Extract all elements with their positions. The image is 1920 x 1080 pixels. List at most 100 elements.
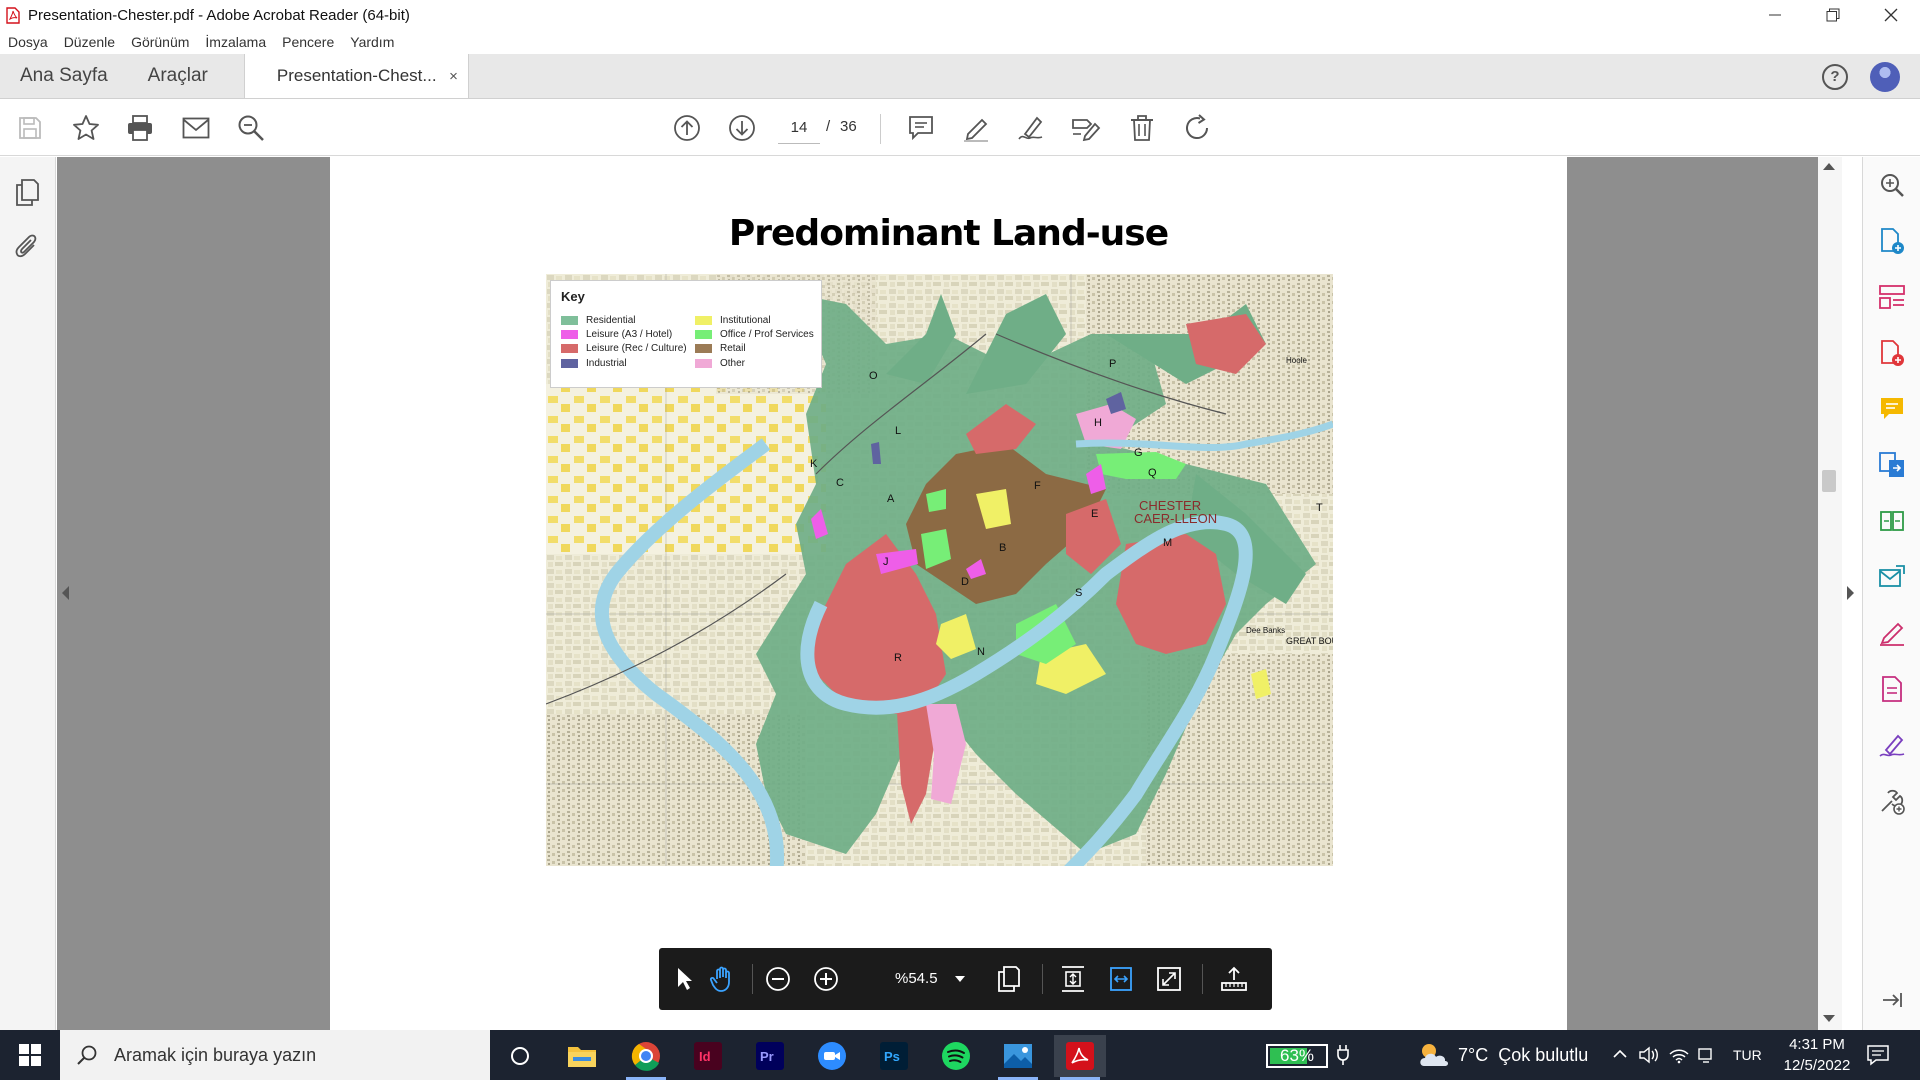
tab-document-label: Presentation-Chest... xyxy=(276,66,437,85)
next-page-icon[interactable] xyxy=(726,112,758,144)
speaker-icon[interactable] xyxy=(1638,1045,1660,1065)
wifi-icon[interactable] xyxy=(1668,1046,1690,1064)
search-zoom-icon[interactable] xyxy=(235,112,267,144)
organize-pages-icon[interactable] xyxy=(1876,281,1908,313)
map-label-l: L xyxy=(895,425,901,437)
delete-icon[interactable] xyxy=(1126,112,1158,144)
acrobat-reader-icon xyxy=(1066,1042,1094,1070)
windows-icon xyxy=(19,1044,41,1066)
page-number-input[interactable]: 14 xyxy=(778,112,820,144)
add-pdf-icon[interactable] xyxy=(1876,337,1908,369)
menu-edit[interactable]: Düzenle xyxy=(56,34,123,50)
tab-home[interactable]: Ana Sayfa xyxy=(0,54,128,98)
map-label-t: T xyxy=(1316,502,1323,514)
photos-app[interactable] xyxy=(992,1035,1044,1080)
collapse-panel-icon[interactable] xyxy=(1876,984,1908,1016)
display-icon[interactable] xyxy=(1697,1046,1715,1064)
restore-button[interactable] xyxy=(1804,0,1862,30)
star-icon[interactable] xyxy=(70,112,102,144)
save-icon[interactable] xyxy=(14,112,46,144)
indesign-app[interactable]: Id xyxy=(682,1035,734,1077)
menu-window[interactable]: Pencere xyxy=(274,34,342,50)
notifications-icon[interactable] xyxy=(1866,1044,1890,1066)
zoom-out-icon[interactable] xyxy=(762,963,794,995)
print-icon[interactable] xyxy=(124,112,156,144)
menu-file[interactable]: Dosya xyxy=(0,34,56,50)
taskbar-search-box[interactable]: Aramak için buraya yazın xyxy=(60,1030,490,1080)
tab-tools[interactable]: Araçlar xyxy=(128,54,228,98)
photos-icon xyxy=(1004,1044,1032,1068)
fill-sign-tool-icon[interactable] xyxy=(1876,617,1908,649)
chrome-app[interactable] xyxy=(620,1035,672,1080)
menu-sign[interactable]: İmzalama xyxy=(197,34,274,50)
tab-document[interactable]: Presentation-Chest... × xyxy=(243,54,469,98)
weather-widget[interactable]: 7°C Çok bulutlu xyxy=(1416,1030,1588,1080)
zoom-search-icon[interactable] xyxy=(1876,169,1908,201)
compare-files-icon[interactable] xyxy=(1876,505,1908,537)
fill-sign-icon[interactable] xyxy=(1070,112,1102,144)
fit-page-icon[interactable] xyxy=(1057,963,1089,995)
fit-width-icon[interactable] xyxy=(1105,963,1137,995)
comment-icon[interactable] xyxy=(905,112,937,144)
menu-view[interactable]: Görünüm xyxy=(123,34,197,50)
map-label-n: N xyxy=(977,646,985,658)
edit-pdf-icon[interactable] xyxy=(1876,673,1908,705)
hand-tool-icon[interactable] xyxy=(707,963,739,995)
cloud-sun-icon xyxy=(1420,1044,1448,1066)
zoom-in-icon[interactable] xyxy=(810,963,842,995)
task-view-button[interactable] xyxy=(494,1035,546,1077)
power-plug-icon xyxy=(1337,1045,1349,1065)
draw-icon[interactable] xyxy=(1015,112,1047,144)
document-viewport[interactable]: Predominant Land-use O P L H G K C A F Q… xyxy=(57,157,1819,1030)
menu-bar: Dosya Düzenle Görünüm İmzalama Pencere Y… xyxy=(0,30,1920,54)
close-window-button[interactable] xyxy=(1862,0,1920,30)
scroll-thumb[interactable] xyxy=(1822,470,1836,492)
minimize-button[interactable] xyxy=(1746,0,1804,30)
acrobat-reader-app[interactable] xyxy=(1054,1035,1106,1080)
full-screen-icon[interactable] xyxy=(1153,963,1185,995)
start-button[interactable] xyxy=(0,1030,60,1080)
create-pdf-icon[interactable] xyxy=(1876,225,1908,257)
more-tools-icon[interactable] xyxy=(1876,785,1908,817)
zoom-dropdown-icon[interactable] xyxy=(955,976,965,982)
photoshop-app[interactable]: Ps xyxy=(868,1035,920,1077)
zoom-app[interactable] xyxy=(806,1035,858,1077)
spotify-app[interactable] xyxy=(930,1035,982,1077)
zoom-level[interactable]: %54.5 xyxy=(895,970,938,987)
chevron-up-icon[interactable] xyxy=(1612,1047,1628,1061)
select-cursor-icon[interactable] xyxy=(669,963,701,995)
request-signature-icon[interactable] xyxy=(1876,729,1908,761)
file-explorer-app[interactable] xyxy=(556,1035,608,1077)
map-label-r: R xyxy=(894,652,902,664)
system-clock[interactable]: 4:31 PM 12/5/2022 xyxy=(1772,1034,1862,1076)
send-track-icon[interactable] xyxy=(1876,561,1908,593)
rotate-icon[interactable] xyxy=(1181,112,1213,144)
scroll-up-icon[interactable] xyxy=(1823,163,1835,170)
page-display-icon[interactable] xyxy=(993,963,1025,995)
right-panel-toggle-icon[interactable] xyxy=(1847,586,1854,600)
tabbar-right: ? xyxy=(1822,54,1920,99)
highlight-pen-icon[interactable] xyxy=(960,112,992,144)
map-label-o: O xyxy=(869,370,878,382)
read-mode-icon[interactable] xyxy=(1218,963,1250,995)
left-panel-toggle-icon[interactable] xyxy=(62,586,69,600)
map-label-s: S xyxy=(1075,587,1082,599)
email-icon[interactable] xyxy=(180,112,212,144)
map-label-e: E xyxy=(1091,508,1098,520)
language-indicator[interactable]: TUR xyxy=(1733,1047,1762,1063)
premiere-app[interactable]: Pr xyxy=(744,1035,796,1077)
export-pdf-icon[interactable] xyxy=(1876,449,1908,481)
menu-help[interactable]: Yardım xyxy=(342,34,402,50)
avatar[interactable] xyxy=(1870,61,1900,92)
battery-indicator[interactable]: 63% xyxy=(1266,1044,1328,1068)
scroll-down-icon[interactable] xyxy=(1823,1015,1835,1022)
key-swatch xyxy=(695,344,712,353)
photoshop-icon: Ps xyxy=(880,1042,908,1070)
attachment-icon[interactable] xyxy=(12,232,42,262)
tab-close-icon[interactable]: × xyxy=(449,68,458,85)
pages-thumbnail-icon[interactable] xyxy=(12,177,42,207)
help-icon[interactable]: ? xyxy=(1822,63,1848,90)
comment-tool-icon[interactable] xyxy=(1876,393,1908,425)
previous-page-icon[interactable] xyxy=(671,112,703,144)
vertical-scrollbar[interactable] xyxy=(1818,157,1842,1030)
